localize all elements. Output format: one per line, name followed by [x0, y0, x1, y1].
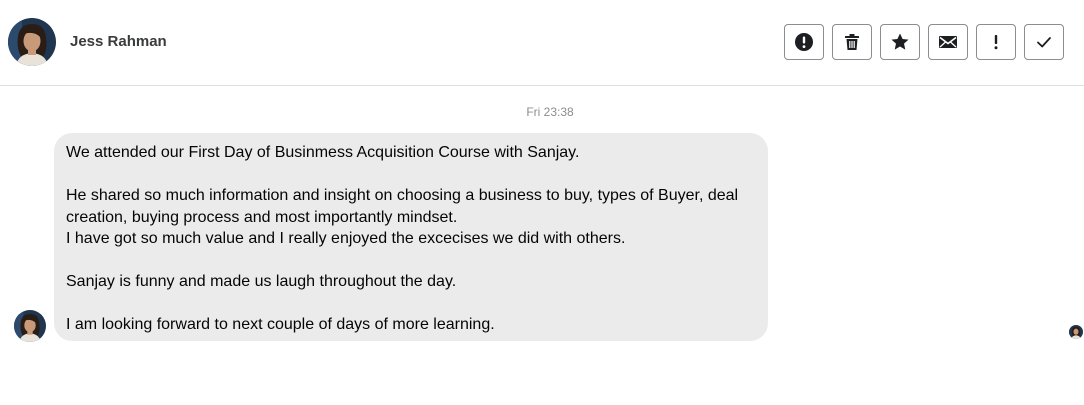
sender-avatar[interactable]	[14, 310, 46, 342]
message-bubble[interactable]: We attended our First Day of Businmess A…	[54, 133, 768, 341]
read-receipt-avatar	[1069, 325, 1083, 339]
message-timestamp: Fri 23:38	[526, 105, 574, 119]
mark-done-button[interactable]	[1024, 24, 1064, 60]
envelope-icon	[939, 36, 957, 48]
exclamation-icon	[994, 35, 998, 50]
star-icon	[891, 33, 909, 50]
message-line: Sanjay is funny and made us laugh throug…	[66, 273, 457, 290]
message-line: I am looking forward to next couple of d…	[66, 316, 495, 333]
action-toolbar	[784, 24, 1064, 60]
message-line: He shared so much information and insigh…	[66, 187, 739, 226]
contact-avatar[interactable]	[8, 18, 56, 66]
message-line: I have got so much value and I really en…	[66, 230, 626, 247]
checkmark-icon	[1037, 37, 1051, 48]
conversation-header: Jess Rahman	[0, 0, 1084, 86]
trash-icon	[845, 34, 859, 50]
report-icon	[795, 33, 813, 51]
message-line: We attended our First Day of Businmess A…	[66, 144, 580, 161]
report-button[interactable]	[784, 24, 824, 60]
mark-spam-button[interactable]	[976, 24, 1016, 60]
mark-unread-button[interactable]	[928, 24, 968, 60]
contact-name[interactable]: Jess Rahman	[70, 32, 167, 52]
delete-button[interactable]	[832, 24, 872, 60]
star-button[interactable]	[880, 24, 920, 60]
